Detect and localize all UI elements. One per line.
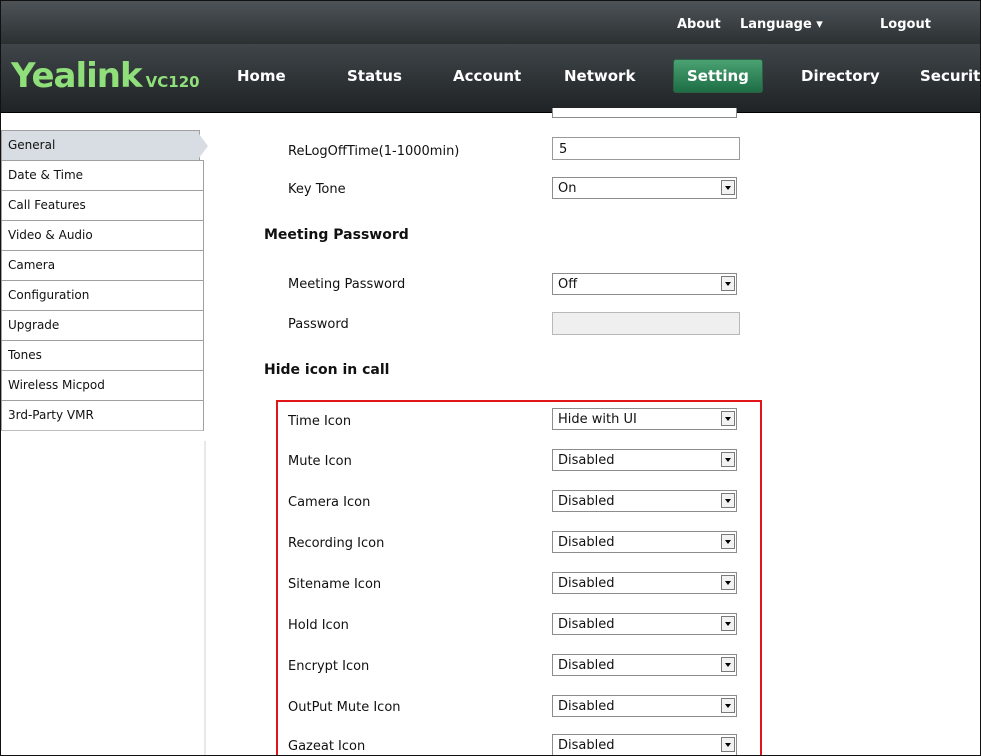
time-icon-label: Time Icon <box>288 414 352 429</box>
meeting-password-value: Off <box>558 277 578 292</box>
sidebar-item-label: Camera <box>8 258 56 272</box>
meeting-password-label: Meeting Password <box>288 277 406 292</box>
recording-icon-value: Disabled <box>558 535 615 550</box>
chevron-down-icon <box>721 575 735 590</box>
sidebar-item-date-time[interactable]: Date & Time <box>1 160 204 191</box>
output-mute-icon-select[interactable]: Disabled <box>552 695 737 717</box>
gazeat-icon-label: Gazeat Icon <box>288 739 366 754</box>
chevron-down-icon <box>721 276 735 291</box>
nav-setting[interactable]: Setting <box>673 59 763 93</box>
brand-name: Yealink <box>11 56 143 96</box>
output-mute-icon-label: OutPut Mute Icon <box>288 700 401 715</box>
sidebar-item-label: Video & Audio <box>8 228 93 242</box>
chevron-down-icon <box>721 493 735 508</box>
encrypt-icon-label: Encrypt Icon <box>288 659 370 674</box>
sidebar-item-general[interactable]: General <box>1 130 208 161</box>
keytone-label: Key Tone <box>288 182 346 197</box>
camera-icon-label: Camera Icon <box>288 495 371 510</box>
sidebar-item-label: 3rd-Party VMR <box>8 408 94 422</box>
sidebar-item-label: General <box>8 138 56 152</box>
sidebar-item-label: Date & Time <box>8 168 84 182</box>
hold-icon-value: Disabled <box>558 617 615 632</box>
keytone-value: On <box>558 181 577 196</box>
chevron-down-icon <box>721 737 735 752</box>
time-icon-select[interactable]: Hide with UI <box>552 408 737 430</box>
chevron-down-icon <box>721 180 735 195</box>
encrypt-icon-value: Disabled <box>558 658 615 673</box>
gazeat-icon-select[interactable]: Disabled <box>552 734 737 755</box>
logout-link[interactable]: Logout <box>880 17 931 32</box>
camera-icon-select[interactable]: Disabled <box>552 490 737 512</box>
gazeat-icon-value: Disabled <box>558 738 615 753</box>
sidebar-divider <box>204 441 206 755</box>
meeting-password-heading: Meeting Password <box>264 227 409 243</box>
brand-model: VC120 <box>145 73 200 91</box>
camera-icon-value: Disabled <box>558 494 615 509</box>
recording-icon-select[interactable]: Disabled <box>552 531 737 553</box>
sidebar-item-3rd-party-vmr[interactable]: 3rd-Party VMR <box>1 400 204 431</box>
app-window: About Language ▾ Logout Yealink VC120 Hom… <box>0 0 981 756</box>
hide-icon-heading: Hide icon in call <box>264 362 390 378</box>
settings-sidebar: General Date & Time Call Features Video … <box>1 130 208 431</box>
keytone-select[interactable]: On <box>552 177 737 199</box>
sidebar-item-tones[interactable]: Tones <box>1 340 204 371</box>
sidebar-item-video-audio[interactable]: Video & Audio <box>1 220 204 251</box>
sitename-icon-select[interactable]: Disabled <box>552 572 737 594</box>
output-mute-icon-value: Disabled <box>558 699 615 714</box>
sidebar-item-label: Upgrade <box>8 318 60 332</box>
encrypt-icon-select[interactable]: Disabled <box>552 654 737 676</box>
top-utility-bar: About Language ▾ Logout <box>1 1 980 44</box>
hold-icon-label: Hold Icon <box>288 618 349 633</box>
sitename-icon-value: Disabled <box>558 576 615 591</box>
sidebar-item-label: Configuration <box>8 288 90 302</box>
mute-icon-label: Mute Icon <box>288 454 352 469</box>
sidebar-item-configuration[interactable]: Configuration <box>1 280 204 311</box>
nav-home[interactable]: Home <box>237 67 286 85</box>
password-label: Password <box>288 317 349 332</box>
chevron-down-icon <box>721 452 735 467</box>
sidebar-item-upgrade[interactable]: Upgrade <box>1 310 204 341</box>
language-menu[interactable]: Language ▾ <box>740 17 823 32</box>
hold-icon-select[interactable]: Disabled <box>552 613 737 635</box>
nav-status[interactable]: Status <box>347 67 402 85</box>
password-input[interactable] <box>552 312 740 335</box>
nav-directory[interactable]: Directory <box>801 67 880 85</box>
recording-icon-label: Recording Icon <box>288 536 385 551</box>
time-icon-value: Hide with UI <box>558 412 637 427</box>
chevron-down-icon <box>721 616 735 631</box>
sidebar-item-camera[interactable]: Camera <box>1 250 204 281</box>
sitename-icon-label: Sitename Icon <box>288 577 382 592</box>
meeting-password-select[interactable]: Off <box>552 273 737 295</box>
nav-security[interactable]: Security <box>920 67 980 85</box>
relogoff-input[interactable]: 5 <box>552 137 740 160</box>
previous-select-partial[interactable] <box>552 108 737 118</box>
yealink-logo: Yealink VC120 <box>11 56 200 96</box>
chevron-down-icon <box>721 411 735 426</box>
sidebar-item-label: Tones <box>8 348 42 362</box>
sidebar-item-call-features[interactable]: Call Features <box>1 190 204 221</box>
chevron-down-icon <box>721 534 735 549</box>
main-navigation: Yealink VC120 Home Status Account Network… <box>1 44 980 113</box>
sidebar-item-wireless-micpod[interactable]: Wireless Micpod <box>1 370 204 401</box>
mute-icon-value: Disabled <box>558 453 615 468</box>
chevron-down-icon <box>721 698 735 713</box>
chevron-down-icon <box>721 657 735 672</box>
sidebar-item-label: Wireless Micpod <box>8 378 105 392</box>
about-link[interactable]: About <box>677 17 721 32</box>
sidebar-item-label: Call Features <box>8 198 86 212</box>
nav-network[interactable]: Network <box>564 67 635 85</box>
relogoff-label: ReLogOffTime(1-1000min) <box>288 144 460 159</box>
nav-account[interactable]: Account <box>453 67 521 85</box>
mute-icon-select[interactable]: Disabled <box>552 449 737 471</box>
